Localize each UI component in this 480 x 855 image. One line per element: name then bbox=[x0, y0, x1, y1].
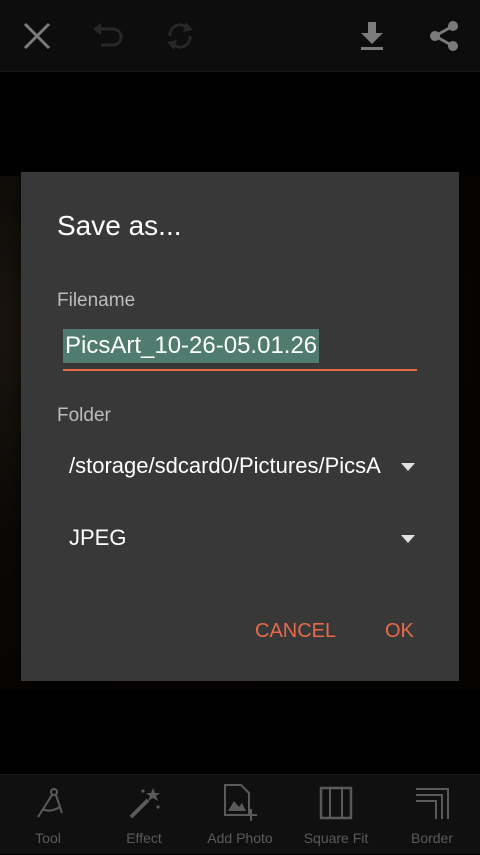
filename-input[interactable]: PicsArt_10-26-05.01.26 bbox=[63, 327, 417, 371]
save-as-dialog: Save as... Filename PicsArt_10-26-05.01.… bbox=[21, 172, 459, 681]
folder-label: Folder bbox=[57, 405, 111, 426]
dropdown-arrow-icon bbox=[401, 535, 415, 543]
format-dropdown[interactable]: JPEG bbox=[57, 515, 423, 565]
filename-label: Filename bbox=[57, 290, 136, 311]
format-value: JPEG bbox=[69, 525, 127, 550]
dialog-title: Save as... bbox=[57, 210, 182, 241]
folder-dropdown[interactable]: /storage/sdcard0/Pictures/PicsArt bbox=[57, 443, 423, 493]
dropdown-arrow-icon bbox=[401, 463, 415, 471]
folder-path: /storage/sdcard0/Pictures/PicsArt bbox=[69, 453, 381, 478]
ok-button[interactable]: OK bbox=[379, 616, 420, 647]
filename-selected-text: PicsArt_10-26-05.01.26 bbox=[63, 329, 320, 363]
cancel-button[interactable]: CANCEL bbox=[249, 616, 342, 647]
